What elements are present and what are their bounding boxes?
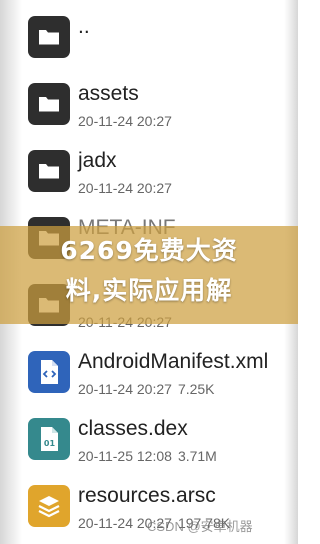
file-name: jadx xyxy=(78,149,117,172)
folder-icon xyxy=(28,83,70,125)
file-name: assets xyxy=(78,82,139,105)
promo-banner-line-2: 料,实际应用解 xyxy=(65,276,233,305)
file-date: 20-11-24 20:27 xyxy=(78,180,172,196)
list-item-android-manifest[interactable]: AndroidManifest.xml 20-11-24 20:27 7.25K xyxy=(0,340,298,407)
file-meta: 20-11-24 20:27 7.25K xyxy=(78,380,215,398)
file-date: 20-11-24 20:27 xyxy=(78,381,172,397)
list-item-parent-directory[interactable]: .. xyxy=(0,5,298,72)
list-item-classes-dex[interactable]: 01 classes.dex 20-11-25 12:08 3.71M xyxy=(0,407,298,474)
folder-icon xyxy=(28,16,70,58)
file-meta: 20-11-24 20:27 xyxy=(78,179,172,197)
file-size: 3.71M xyxy=(177,448,217,464)
svg-text:01: 01 xyxy=(44,439,56,448)
file-date: 20-11-25 12:08 xyxy=(78,448,172,464)
watermark: CSDN @安卓机器 xyxy=(147,519,253,534)
binary-file-icon: 01 xyxy=(28,418,70,460)
file-meta: 20-11-24 20:27 xyxy=(78,112,172,130)
folder-icon xyxy=(28,150,70,192)
file-date: 20-11-24 20:27 xyxy=(78,113,172,129)
file-name: AndroidManifest.xml xyxy=(78,350,269,373)
code-file-icon xyxy=(28,351,70,393)
file-size: 7.25K xyxy=(177,381,215,397)
layers-file-icon xyxy=(28,485,70,527)
file-name: .. xyxy=(78,15,90,38)
file-name: classes.dex xyxy=(78,417,188,440)
list-item-jadx[interactable]: jadx 20-11-24 20:27 xyxy=(0,139,298,206)
promo-banner-line-1: 6269免费大资 xyxy=(60,236,238,265)
list-item-assets[interactable]: assets 20-11-24 20:27 xyxy=(0,72,298,139)
file-name: resources.arsc xyxy=(78,484,216,507)
file-meta: 20-11-25 12:08 3.71M xyxy=(78,447,217,465)
